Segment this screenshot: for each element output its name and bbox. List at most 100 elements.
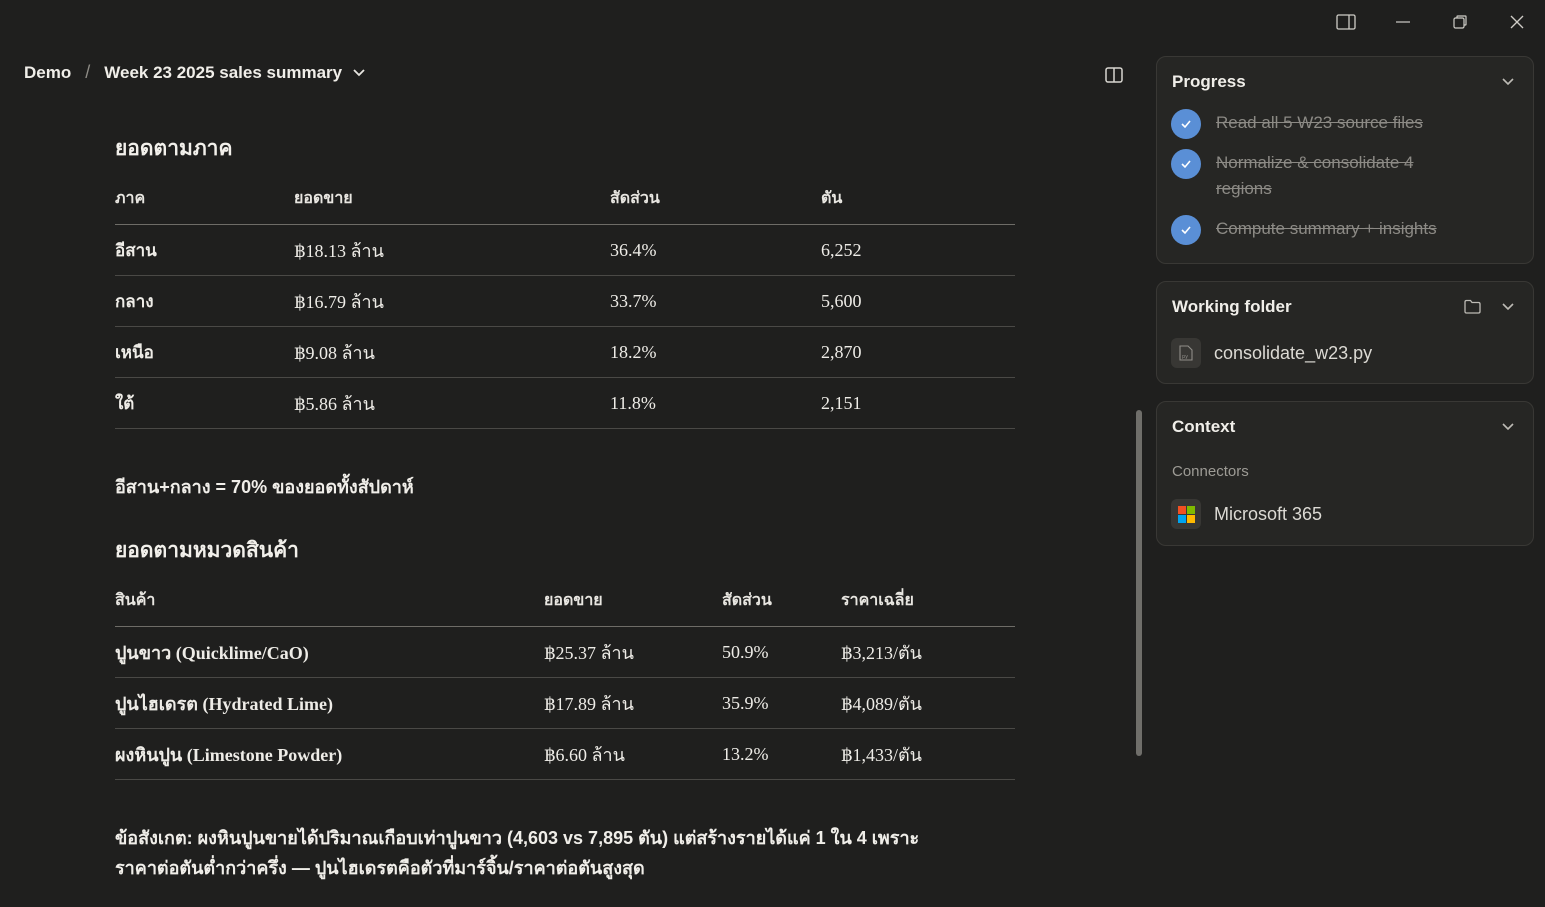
working-folder-panel: Working folder py consolidate_w23.py — [1156, 281, 1534, 384]
column-header: สัดส่วน — [610, 172, 821, 225]
products-heading: ยอดตามหมวดสินค้า — [115, 539, 299, 562]
share-cell: 18.2% — [610, 326, 821, 378]
working-folder-title: Working folder — [1172, 297, 1292, 316]
product-cell: ปูนไฮเดรต (Hydrated Lime) — [115, 677, 544, 729]
chevron-down-icon — [1502, 303, 1514, 311]
close-button[interactable] — [1488, 0, 1545, 44]
sales-cell: ฿6.60 ล้าน — [544, 728, 722, 780]
sales-cell: ฿25.37 ล้าน — [544, 626, 722, 678]
column-header: ตัน — [821, 172, 1015, 225]
file-name: consolidate_w23.py — [1214, 342, 1373, 363]
chevron-down-icon — [353, 68, 365, 76]
product-cell: ปูนขาว (Quicklime/CaO) — [115, 626, 544, 678]
progress-panel: Progress Read all 5 W23 source files Nor… — [1156, 56, 1534, 264]
tons-cell: 5,600 — [821, 275, 1015, 327]
connector-name: Microsoft 365 — [1214, 503, 1323, 524]
working-folder-collapse-button[interactable] — [1501, 302, 1515, 312]
folder-icon — [1464, 299, 1481, 314]
regions-heading: ยอดตามภาค — [115, 137, 233, 160]
sidebar-icon — [1335, 14, 1356, 30]
title-menu-button[interactable] — [352, 68, 366, 78]
progress-step: Compute summary + insights — [1171, 215, 1516, 245]
column-header: สินค้า — [115, 574, 544, 627]
close-icon — [1510, 15, 1523, 29]
restore-button[interactable] — [1431, 0, 1488, 44]
python-file-icon: py — [1171, 338, 1201, 368]
minimize-icon — [1395, 21, 1410, 23]
progress-collapse-button[interactable] — [1501, 77, 1515, 87]
sales-cell: ฿17.89 ล้าน — [544, 677, 722, 729]
table-row: เหนือ ฿9.08 ล้าน 18.2% 2,870 — [115, 326, 1015, 378]
tons-cell: 6,252 — [821, 224, 1015, 276]
regions-note: อีสาน+กลาง = 70% ของยอดทั้งสัปดาห์ — [115, 477, 414, 497]
table-row: ปูนไฮเดรต (Hydrated Lime) ฿17.89 ล้าน 35… — [115, 677, 1015, 729]
share-cell: 33.7% — [610, 275, 821, 327]
context-panel: Context Connectors Microsoft 365 — [1156, 401, 1534, 546]
panel-icon — [1105, 67, 1123, 83]
table-row: ปูนขาว (Quicklime/CaO) ฿25.37 ล้าน 50.9%… — [115, 626, 1015, 678]
check-icon — [1171, 109, 1201, 139]
share-cell: 13.2% — [722, 728, 841, 780]
microsoft-logo-icon — [1171, 499, 1201, 529]
sales-cell: ฿16.79 ล้าน — [294, 275, 610, 327]
avg-price-cell: ฿4,089/ตัน — [841, 677, 1015, 729]
share-cell: 11.8% — [610, 377, 821, 429]
panel-toggle-button[interactable] — [1103, 64, 1125, 86]
connector-item[interactable]: Microsoft 365 — [1171, 499, 1322, 529]
open-folder-button[interactable] — [1464, 299, 1481, 319]
avg-price-cell: ฿1,433/ตัน — [841, 728, 1015, 780]
breadcrumb: Demo / Week 23 2025 sales summary — [24, 62, 366, 83]
chevron-down-icon — [1502, 423, 1514, 431]
product-cell: ผงหินปูน (Limestone Powder) — [115, 728, 544, 780]
sales-cell: ฿5.86 ล้าน — [294, 377, 610, 429]
file-item[interactable]: py consolidate_w23.py — [1171, 338, 1372, 368]
regions-table: ภาค ยอดขาย สัดส่วน ตัน อีสาน ฿18.13 ล้าน… — [115, 172, 1015, 429]
table-row: อีสาน ฿18.13 ล้าน 36.4% 6,252 — [115, 224, 1015, 276]
progress-step: Read all 5 W23 source files — [1171, 109, 1456, 139]
svg-text:py: py — [1182, 354, 1188, 360]
column-header: ยอดขาย — [294, 172, 610, 225]
observation-line-2: ราคาต่อตันต่ำกว่าครึ่ง — ปูนไฮเดรตคือตัว… — [115, 858, 645, 878]
share-cell: 50.9% — [722, 626, 841, 678]
column-header: ราคาเฉลี่ย — [841, 574, 1015, 627]
context-title: Context — [1172, 417, 1236, 436]
sales-cell: ฿9.08 ล้าน — [294, 326, 610, 378]
share-cell: 35.9% — [722, 677, 841, 729]
progress-step: Normalize & consolidate 4 regions — [1171, 149, 1456, 202]
sales-cell: ฿18.13 ล้าน — [294, 224, 610, 276]
chevron-down-icon — [1502, 78, 1514, 86]
progress-step-label: Normalize & consolidate 4 regions — [1216, 153, 1414, 198]
breadcrumb-project[interactable]: Demo — [24, 63, 71, 83]
sidebar-toggle-button[interactable] — [1317, 0, 1374, 44]
table-row: ใต้ ฿5.86 ล้าน 11.8% 2,151 — [115, 377, 1015, 429]
check-icon — [1171, 215, 1201, 245]
content-scrollbar[interactable] — [1136, 410, 1142, 756]
progress-step-label: Compute summary + insights — [1216, 219, 1437, 238]
window-controls — [1317, 0, 1545, 44]
column-header: ยอดขาย — [544, 574, 722, 627]
progress-step-label: Read all 5 W23 source files — [1216, 113, 1423, 132]
region-cell: ใต้ — [115, 377, 294, 429]
table-header-row: ภาค ยอดขาย สัดส่วน ตัน — [115, 172, 1015, 225]
table-header-row: สินค้า ยอดขาย สัดส่วน ราคาเฉลี่ย — [115, 574, 1015, 627]
restore-icon — [1452, 15, 1467, 29]
region-cell: เหนือ — [115, 326, 294, 378]
progress-title: Progress — [1172, 72, 1246, 91]
check-icon — [1171, 149, 1201, 179]
column-header: ภาค — [115, 172, 294, 225]
breadcrumb-separator: / — [85, 62, 91, 82]
observation-line-1: ข้อสังเกต: ผงหินปูนขายได้ปริมาณเกือบเท่า… — [115, 828, 920, 848]
products-table: สินค้า ยอดขาย สัดส่วน ราคาเฉลี่ย ปูนขาว … — [115, 574, 1015, 780]
avg-price-cell: ฿3,213/ตัน — [841, 626, 1015, 678]
page-title[interactable]: Week 23 2025 sales summary — [104, 63, 342, 83]
table-row: กลาง ฿16.79 ล้าน 33.7% 5,600 — [115, 275, 1015, 327]
region-cell: กลาง — [115, 275, 294, 327]
column-header: สัดส่วน — [722, 574, 841, 627]
context-collapse-button[interactable] — [1501, 422, 1515, 432]
table-row: ผงหินปูน (Limestone Powder) ฿6.60 ล้าน 1… — [115, 728, 1015, 780]
tons-cell: 2,870 — [821, 326, 1015, 378]
connectors-label: Connectors — [1172, 463, 1249, 480]
region-cell: อีสาน — [115, 224, 294, 276]
tons-cell: 2,151 — [821, 377, 1015, 429]
minimize-button[interactable] — [1374, 0, 1431, 44]
